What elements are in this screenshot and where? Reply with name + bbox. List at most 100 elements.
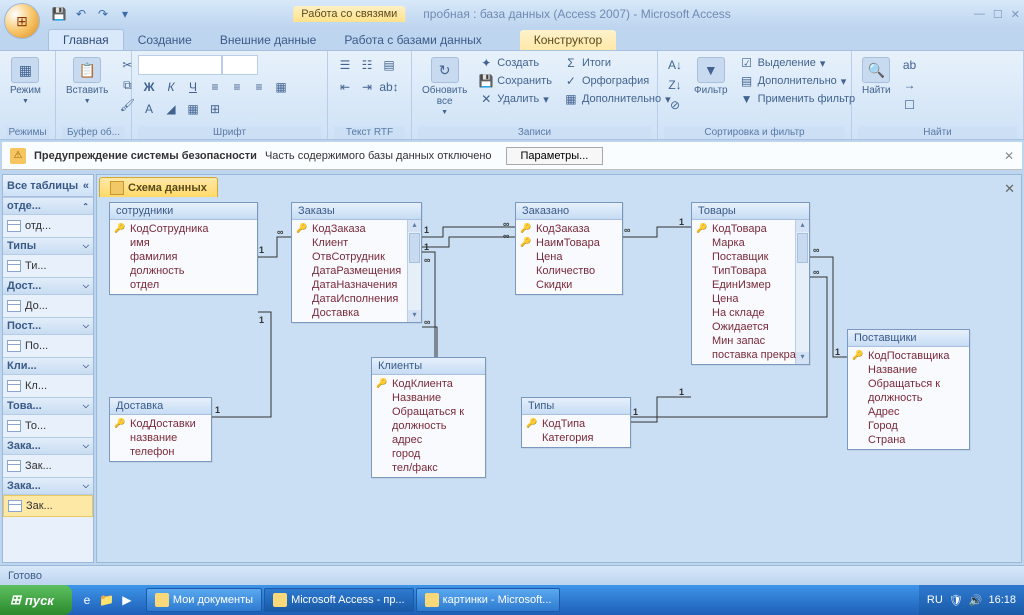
entity-dostavka[interactable]: ДоставкаКодДоставкиназваниетелефон xyxy=(109,397,212,462)
save-record-button[interactable]: 💾Сохранить xyxy=(475,73,556,89)
tab-create[interactable]: Создание xyxy=(124,30,206,50)
goto-button[interactable]: → xyxy=(899,75,921,95)
relationships-canvas[interactable]: 1∞ 11 1∞ 1∞ 1∞ ∞1 ∞1 ∞1 ∞1 ∞1 сотрудники… xyxy=(97,197,1021,562)
entity-zakazy[interactable]: Заказы▴▾КодЗаказаКлиентОтвСотрудникДатаР… xyxy=(291,202,422,323)
entity-field[interactable]: ЕдинИзмер xyxy=(692,278,795,292)
numbering-button[interactable]: ☷ xyxy=(356,55,378,75)
nav-item[interactable]: Зак... xyxy=(3,495,93,517)
nav-item[interactable]: То... xyxy=(3,415,93,437)
entity-field[interactable]: Название xyxy=(372,391,485,405)
entity-field[interactable]: КодТовара xyxy=(692,222,795,236)
nav-header[interactable]: Все таблицы« xyxy=(3,175,93,197)
taskbar-item[interactable]: Microsoft Access - пр... xyxy=(264,588,414,612)
filter-button[interactable]: ▼Фильтр xyxy=(690,55,732,98)
gridlines-button[interactable]: ▦ xyxy=(270,77,292,97)
entity-field[interactable]: Адрес xyxy=(848,405,969,419)
text-direction-button[interactable]: ab↕ xyxy=(378,77,400,97)
entity-field[interactable]: Доставка xyxy=(292,306,407,320)
office-button[interactable]: ⊞ xyxy=(4,3,40,39)
start-button[interactable]: ⊞пуск xyxy=(0,585,72,615)
nav-group-header[interactable]: отде...⌃ xyxy=(3,197,93,215)
entity-field[interactable]: телефон xyxy=(110,445,211,459)
entity-field[interactable]: КодДоставки xyxy=(110,417,211,431)
font-size-select[interactable] xyxy=(222,55,258,75)
italic-button[interactable]: К xyxy=(160,77,182,97)
delete-button[interactable]: ✕Удалить ▾ xyxy=(475,91,556,107)
new-record-button[interactable]: ✦Создать xyxy=(475,55,556,71)
nav-item[interactable]: Кл... xyxy=(3,375,93,397)
undo-icon[interactable]: ↶ xyxy=(72,5,90,23)
increase-indent-button[interactable]: ⇥ xyxy=(356,77,378,97)
font-color-button[interactable]: A xyxy=(138,99,160,119)
bullets-button[interactable]: ☰ xyxy=(334,55,356,75)
entity-field[interactable]: На складе xyxy=(692,306,795,320)
entity-field[interactable]: Цена xyxy=(516,250,622,264)
nav-group-header[interactable]: Пост...⌵ xyxy=(3,317,93,335)
taskbar-item[interactable]: картинки - Microsoft... xyxy=(416,588,561,612)
paste-button[interactable]: 📋Вставить▼ xyxy=(62,55,112,107)
entity-field[interactable]: ДатаИсполнения xyxy=(292,292,407,306)
entity-tipy[interactable]: ТипыКодТипаКатегория xyxy=(521,397,631,448)
entity-field[interactable]: Количество xyxy=(516,264,622,278)
ie-icon[interactable]: e xyxy=(78,591,96,609)
highlight-button[interactable]: ▤ xyxy=(378,55,400,75)
entity-zakazano[interactable]: ЗаказаноКодЗаказаНаимТовараЦенаКоличеств… xyxy=(515,202,623,295)
entity-field[interactable]: НаимТовара xyxy=(516,236,622,250)
nav-item[interactable]: отд... xyxy=(3,215,93,237)
entity-field[interactable]: должность xyxy=(848,391,969,405)
security-options-button[interactable]: Параметры... xyxy=(506,147,604,165)
font-family-select[interactable] xyxy=(138,55,222,75)
entity-field[interactable]: ДатаНазначения xyxy=(292,278,407,292)
entity-field[interactable]: Страна xyxy=(848,433,969,447)
selection-filter-button[interactable]: ☑Выделение ▾ xyxy=(736,55,860,71)
nav-group-header[interactable]: Кли...⌵ xyxy=(3,357,93,375)
entity-field[interactable]: КодСотрудника xyxy=(110,222,257,236)
view-button[interactable]: ▦Режим▼ xyxy=(6,55,45,107)
save-icon[interactable]: 💾 xyxy=(50,5,68,23)
qat-more-icon[interactable]: ▾ xyxy=(116,5,134,23)
align-left-button[interactable]: ≡ xyxy=(204,77,226,97)
align-right-button[interactable]: ≡ xyxy=(248,77,270,97)
entity-field[interactable]: КодТипа xyxy=(522,417,630,431)
sort-asc-button[interactable]: A↓ xyxy=(664,55,686,75)
explorer-icon[interactable]: 📁 xyxy=(98,591,116,609)
replace-button[interactable]: ab xyxy=(899,55,921,75)
entity-field[interactable]: Поставщик xyxy=(692,250,795,264)
select-button[interactable]: ☐ xyxy=(899,95,921,115)
find-button[interactable]: 🔍Найти xyxy=(858,55,895,98)
nav-item[interactable]: Ти... xyxy=(3,255,93,277)
close-button[interactable]: ✕ xyxy=(1011,8,1020,21)
fill-color-button[interactable]: ◢ xyxy=(160,99,182,119)
security-close-button[interactable]: ✕ xyxy=(1004,149,1014,163)
entity-field[interactable]: отдел xyxy=(110,278,257,292)
entity-field[interactable]: Обращаться к xyxy=(372,405,485,419)
entity-klienty[interactable]: КлиентыКодКлиентаНазваниеОбращаться кдол… xyxy=(371,357,486,478)
media-icon[interactable]: ▶ xyxy=(118,591,136,609)
nav-collapse-icon[interactable]: « xyxy=(83,180,89,192)
grid-button[interactable]: ⊞ xyxy=(204,99,226,119)
bold-button[interactable]: Ж xyxy=(138,77,160,97)
entity-field[interactable]: Мин запас xyxy=(692,334,795,348)
tab-dbtools[interactable]: Работа с базами данных xyxy=(330,30,495,50)
entity-field[interactable]: Клиент xyxy=(292,236,407,250)
entity-field[interactable]: должность xyxy=(110,264,257,278)
nav-item[interactable]: До... xyxy=(3,295,93,317)
entity-field[interactable]: ОтвСотрудник xyxy=(292,250,407,264)
clock[interactable]: 16:18 xyxy=(988,594,1016,606)
entity-field[interactable]: тел/факс xyxy=(372,461,485,475)
entity-field[interactable]: ТипТовара xyxy=(692,264,795,278)
tray-icon[interactable]: 🛡 xyxy=(949,594,963,607)
nav-group-header[interactable]: Зака...⌵ xyxy=(3,477,93,495)
nav-group-header[interactable]: Типы⌵ xyxy=(3,237,93,255)
entity-field[interactable]: Марка xyxy=(692,236,795,250)
doc-tab-schema[interactable]: Схема данных xyxy=(99,177,218,197)
entity-field[interactable]: должность xyxy=(372,419,485,433)
advanced-filter-button[interactable]: ▤Дополнительно ▾ xyxy=(736,73,860,89)
minimize-button[interactable]: — xyxy=(974,8,985,21)
doc-tab-close-button[interactable]: ✕ xyxy=(998,181,1021,197)
entity-sotrudniki[interactable]: сотрудникиКодСотрудникаимяфамилиядолжнос… xyxy=(109,202,258,295)
entity-field[interactable]: КодКлиента xyxy=(372,377,485,391)
entity-field[interactable]: имя xyxy=(110,236,257,250)
nav-group-header[interactable]: Това...⌵ xyxy=(3,397,93,415)
nav-group-header[interactable]: Зака...⌵ xyxy=(3,437,93,455)
